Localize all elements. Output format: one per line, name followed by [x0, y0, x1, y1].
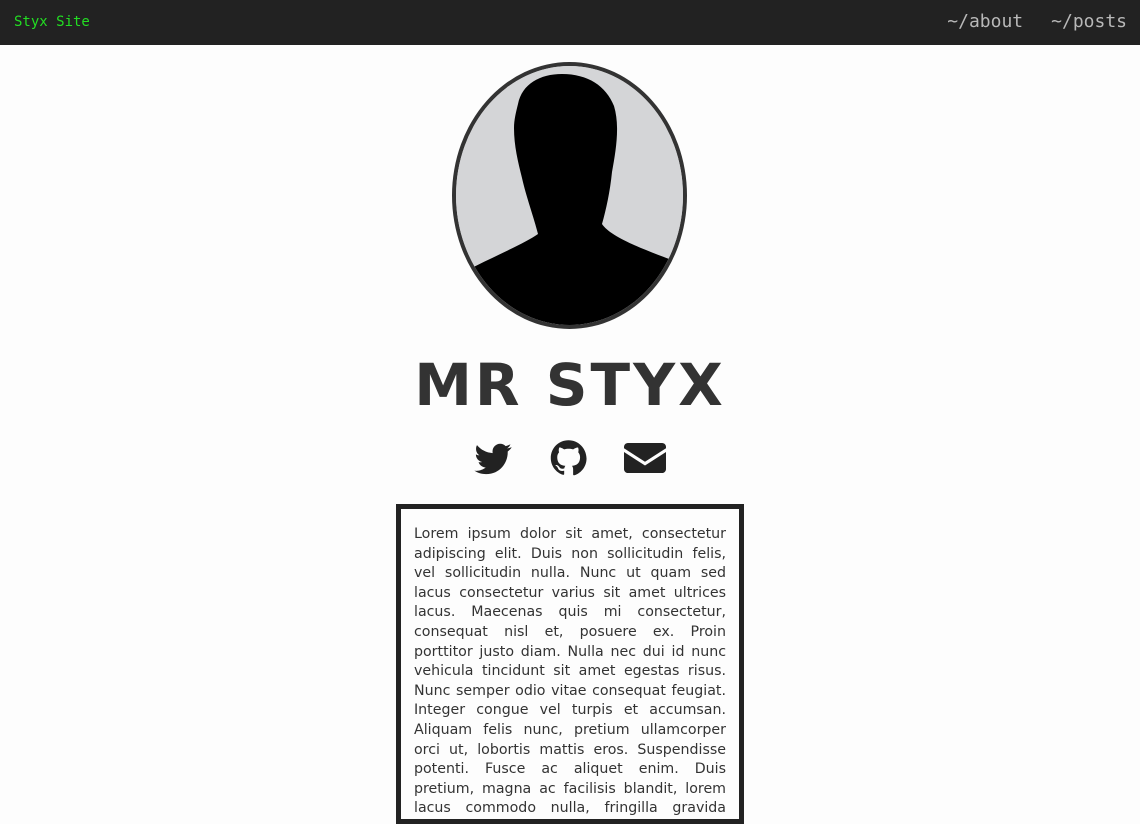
bio-card: Lorem ipsum dolor sit amet, consectetur … — [396, 504, 744, 824]
mail-link[interactable] — [624, 438, 666, 478]
github-icon — [550, 440, 587, 476]
avatar — [452, 62, 687, 329]
profile-name: MR STYX — [414, 351, 726, 419]
twitter-icon — [474, 443, 512, 475]
avatar-silhouette — [456, 66, 683, 325]
site-brand-link[interactable]: Styx Site — [14, 13, 90, 31]
nav-link-posts[interactable]: ~/posts — [1051, 10, 1127, 34]
top-navbar: Styx Site ~/about ~/posts — [0, 0, 1140, 45]
github-link[interactable] — [550, 438, 587, 478]
twitter-link[interactable] — [474, 438, 512, 478]
mail-icon — [624, 443, 666, 473]
nav-links: ~/about ~/posts — [947, 10, 1127, 34]
nav-link-about[interactable]: ~/about — [947, 10, 1023, 34]
bio-text: Lorem ipsum dolor sit amet, consectetur … — [414, 526, 726, 817]
